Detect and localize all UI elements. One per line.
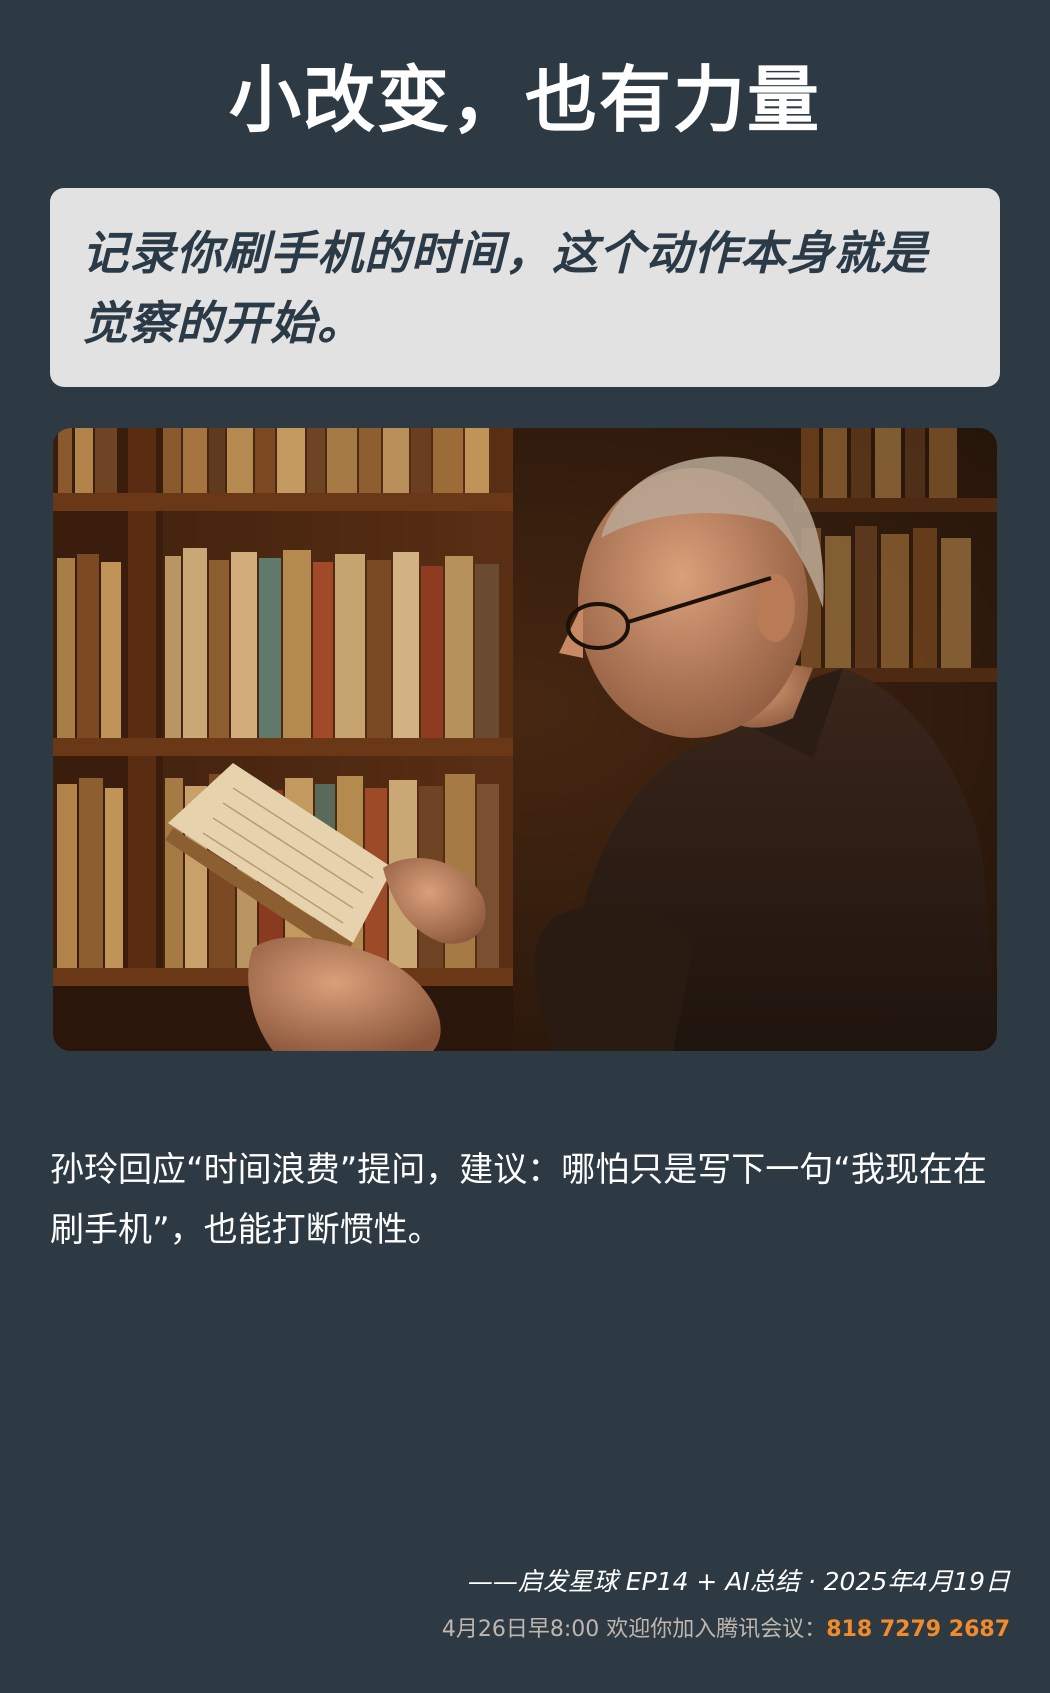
meeting-invite: 4月26日早8:00 欢迎你加入腾讯会议：818 7279 2687 — [50, 1611, 1010, 1643]
reading-photo — [53, 428, 997, 1051]
quote-card: 记录你刷手机的时间，这个动作本身就是觉察的开始。 — [50, 188, 1000, 387]
invite-text: 4月26日早8:00 欢迎你加入腾讯会议： — [441, 1617, 827, 1642]
reader-illustration-icon — [53, 428, 997, 1051]
quote-text: 记录你刷手机的时间，这个动作本身就是觉察的开始。 — [82, 226, 928, 350]
page-title: 小改变，也有力量 — [228, 58, 821, 142]
meeting-number: 818 7279 2687 — [826, 1617, 1010, 1642]
credit-line: ——启发星球 EP14 + AI总结 · 2025年4月19日 — [467, 1567, 1010, 1596]
caption-text: 孙玲回应“时间浪费”提问，建议：哪怕只是写下一句“我现在在刷手机”，也能打断惯性… — [50, 1150, 987, 1250]
